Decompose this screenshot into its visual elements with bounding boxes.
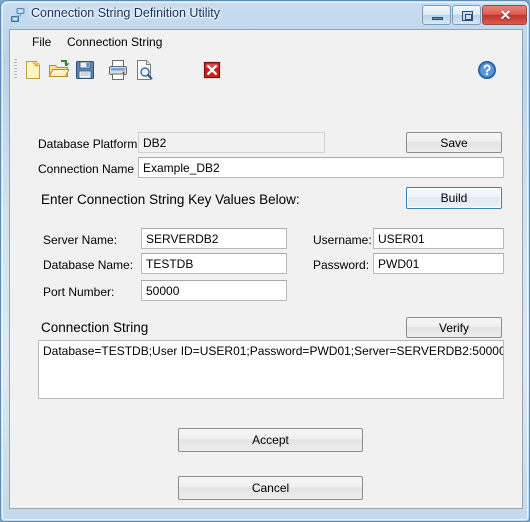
print-icon[interactable] [106, 58, 130, 82]
minimize-icon [432, 17, 443, 20]
menu-bar: File Connection String [10, 30, 522, 54]
verify-button[interactable]: Verify [406, 317, 502, 338]
window-title: Connection String Definition Utility [31, 6, 220, 20]
menu-item-file[interactable]: File [27, 34, 56, 50]
label-port-number: Port Number: [43, 285, 115, 299]
section-heading: Enter Connection String Key Values Below… [41, 192, 300, 207]
server-name-input[interactable]: SERVERDB2 [141, 228, 287, 249]
connection-name-input[interactable]: Example_DB2 [138, 157, 504, 178]
label-database-name: Database Name: [43, 258, 134, 272]
password-input[interactable]: PWD01 [373, 253, 504, 274]
label-connection-name: Connection Name [38, 162, 135, 176]
username-input[interactable]: USER01 [373, 228, 504, 249]
client-area: File Connection String Database Platform… [9, 29, 523, 509]
build-button[interactable]: Build [406, 187, 502, 209]
close-icon: ✕ [499, 7, 512, 23]
title-bar: Connection String Definition Utility ✕ [1, 1, 530, 29]
port-number-input[interactable]: 50000 [141, 280, 287, 301]
print-preview-icon[interactable] [132, 58, 156, 82]
open-folder-icon[interactable] [47, 58, 71, 82]
new-icon[interactable] [21, 58, 45, 82]
cancel-button[interactable]: Cancel [178, 476, 363, 500]
toolbar-grip[interactable] [14, 59, 17, 80]
database-platform-field[interactable]: DB2 [138, 132, 325, 153]
label-username: Username: [313, 233, 372, 247]
save-button[interactable]: Save [406, 132, 502, 153]
connection-string-textarea[interactable]: Database=TESTDB;User ID=USER01;Password=… [38, 340, 504, 399]
label-server-name: Server Name: [43, 233, 118, 247]
menu-item-connection-string[interactable]: Connection String [62, 34, 167, 50]
database-name-input[interactable]: TESTDB [141, 253, 287, 274]
accept-button[interactable]: Accept [178, 428, 363, 452]
maximize-button[interactable] [452, 5, 481, 25]
delete-red-x-icon[interactable] [200, 58, 224, 82]
minimize-button[interactable] [422, 5, 451, 25]
label-connection-string: Connection String [41, 320, 149, 335]
help-icon[interactable] [475, 58, 499, 82]
connection-form: Database Platform DB2 Save Connection Na… [10, 86, 522, 508]
label-database-platform: Database Platform [38, 137, 138, 151]
close-button[interactable]: ✕ [482, 5, 527, 25]
network-connection-icon [10, 7, 27, 24]
save-floppy-icon[interactable] [73, 58, 97, 82]
toolbar [10, 54, 522, 86]
maximize-icon [462, 11, 473, 21]
application-window: Connection String Definition Utility ✕ F… [0, 0, 530, 522]
label-password: Password: [313, 258, 370, 272]
